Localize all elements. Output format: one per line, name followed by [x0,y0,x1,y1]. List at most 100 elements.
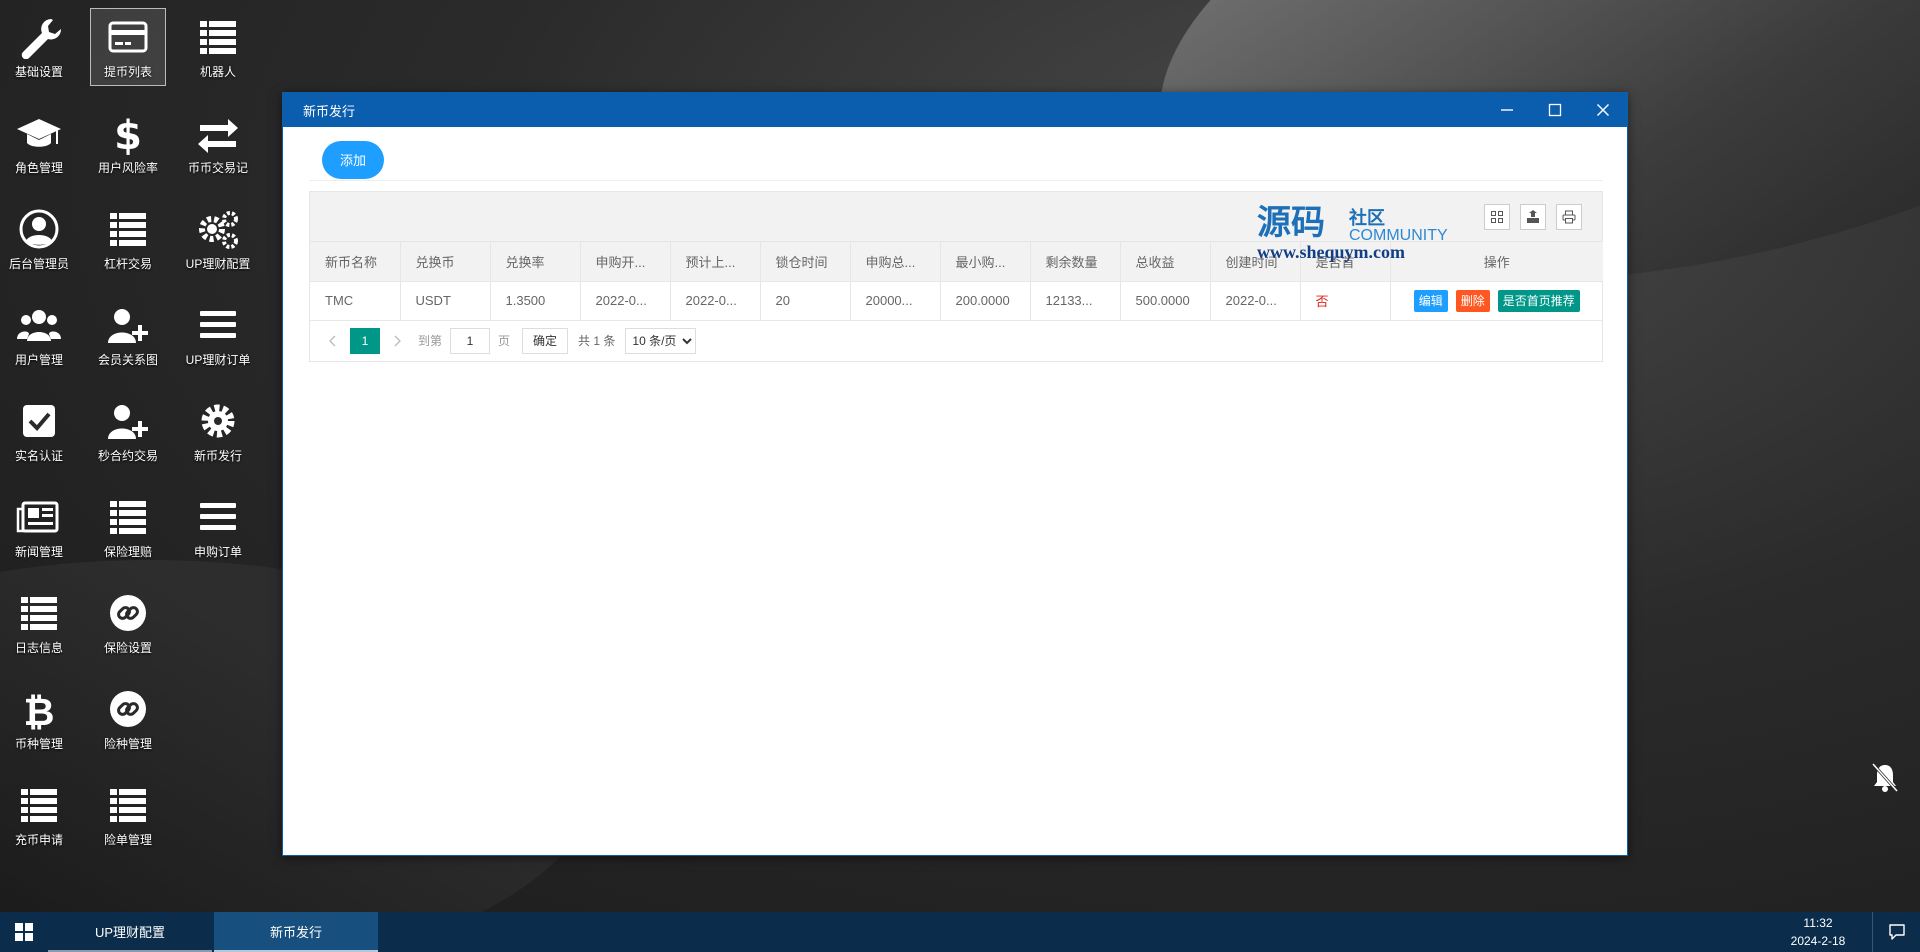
goto-page-input[interactable] [450,327,491,354]
column-header[interactable]: 是否首 [1300,242,1391,282]
clock[interactable]: 11:32 2024-2-18 [1768,912,1868,952]
taskbar-item[interactable]: 新币发行 [214,912,378,952]
bell-off-icon[interactable] [1868,760,1902,794]
column-header[interactable]: 锁仓时间 [760,242,851,282]
desktop-icon[interactable]: 实名认证 [1,392,77,470]
desktop-icon[interactable]: UP理财配置 [180,200,256,278]
svg-text:源码: 源码 [1257,204,1325,243]
desktop-icon[interactable]: $ 用户风险率 [90,104,166,182]
table-cell: 20000... [850,281,941,321]
column-header[interactable]: 预计上... [670,242,761,282]
desktop-icon[interactable]: 机器人 [180,8,256,86]
taskbar-item[interactable]: UP理财配置 [48,912,212,952]
desktop-icon[interactable]: 会员关系图 [90,296,166,374]
desktop-icon[interactable]: 角色管理 [1,104,77,182]
desktop-icon[interactable]: 后台管理员 [1,200,77,278]
clock-date: 2024-2-18 [1790,934,1846,948]
desktop-icon-label: UP理财配置 [185,257,251,271]
table-cell: 20 [760,281,851,321]
window-title: 新币发行 [303,103,356,119]
desktop-icon[interactable]: 秒合约交易 [90,392,166,470]
column-header[interactable]: 兑换币 [400,242,491,282]
desktop-icon-label: 秒合约交易 [97,449,158,463]
column-header[interactable]: 操作 [1390,242,1603,282]
desktop-icon-label: 保险理赔 [103,545,152,559]
desktop-icon-label: 提币列表 [103,65,152,79]
desktop-icon[interactable]: 新闻管理 [1,488,77,566]
goto-suffix: 页 [498,334,511,348]
desktop-icon[interactable]: 币币交易记 [180,104,256,182]
prev-page-button[interactable] [320,328,346,354]
columns-filter-button[interactable] [1484,204,1510,230]
close-button[interactable] [1579,93,1627,127]
desktop-icon-label: 新闻管理 [14,545,63,559]
svg-text:$: $ [114,113,142,155]
desktop-icon[interactable]: 用户管理 [1,296,77,374]
current-page[interactable]: 1 [350,327,380,354]
homepage-flag-cell: 否 [1300,281,1391,321]
gears-icon [199,211,238,249]
close-icon [1597,104,1609,116]
desktop-icon-label: 实名认证 [14,449,63,463]
print-button[interactable] [1556,204,1582,230]
edit-button[interactable]: 编辑 [1413,289,1448,312]
goto-prefix: 到第 [418,334,443,348]
desktop-icon[interactable]: 充币申请 [1,776,77,854]
recommend-button[interactable]: 是否首页推荐 [1497,289,1580,312]
check-square-icon [23,405,55,437]
desktop-icon[interactable]: 险种管理 [90,680,166,758]
desktop-icon-label: 日志信息 [14,641,63,655]
new-coin-window: 新币发行 添加 源码 社区 COMMUNITY www.shequym.com … [282,92,1628,856]
column-header[interactable]: 兑换率 [490,242,581,282]
add-button[interactable]: 添加 [322,140,385,179]
svg-text:社区: 社区 [1349,207,1385,229]
desktop-icon[interactable]: 日志信息 [1,584,77,662]
desktop-icon-label: 用户管理 [14,353,63,367]
action-toolbar: 添加 [309,139,1603,181]
page-size-select[interactable]: 10 条/页 [625,327,697,354]
desktop-icon[interactable]: 保险设置 [90,584,166,662]
goto-confirm-button[interactable]: 确定 [522,327,569,354]
desktop-icon[interactable]: 申购订单 [180,488,256,566]
next-page-button[interactable] [384,328,410,354]
desktop-icon[interactable]: 新币发行 [180,392,256,470]
desktop-icon-label: 险单管理 [103,833,152,847]
delete-button[interactable]: 删除 [1455,289,1490,312]
desktop-icon-label: UP理财订单 [185,353,251,367]
message-center-button[interactable] [1872,912,1920,952]
coin-table: 新币名称 兑换币 兑换率 申购开... 预计上... 锁仓时间 申购总... 最小购... 剩余… [310,242,1603,321]
start-button[interactable] [0,912,48,952]
desktop-icon[interactable]: 险单管理 [90,776,166,854]
table-row[interactable]: TMC USDT 1.3500 2022-0... 2022-0... 20 20000..… [310,281,1603,321]
table-cell: USDT [400,281,491,321]
desktop-icon[interactable]: UP理财订单 [180,296,256,374]
user-plus-icon [108,309,148,343]
desktop-icon-label: 用户风险率 [97,161,158,175]
desktop-icon[interactable]: ₿ 币种管理 [1,680,77,758]
column-header[interactable]: 剩余数量 [1030,242,1121,282]
export-button[interactable] [1520,204,1546,230]
window-titlebar[interactable]: 新币发行 [283,93,1627,127]
newspaper-icon [16,501,59,533]
export-icon [1527,210,1539,223]
maximize-button[interactable] [1531,93,1579,127]
bars-icon [200,503,236,530]
column-header[interactable]: 申购总... [850,242,941,282]
desktop-icon[interactable]: 杠杆交易 [90,200,166,278]
actions-cell: 编辑 删除 是否首页推荐 [1390,281,1603,321]
desktop-icon-label: 会员关系图 [97,353,158,367]
desktop-icon[interactable]: 保险理赔 [90,488,166,566]
column-header[interactable]: 总收益 [1120,242,1211,282]
table-cell: 12133... [1030,281,1121,321]
desktop-icon[interactable]: 基础设置 [1,8,77,86]
card-icon [108,21,148,53]
column-header[interactable]: 新币名称 [310,242,401,282]
column-header[interactable]: 申购开... [580,242,671,282]
column-header[interactable]: 创建时间 [1210,242,1301,282]
minimize-button[interactable] [1483,93,1531,127]
desktop-icon[interactable]: 提币列表 [90,8,166,86]
desktop-icon-label: 充币申请 [14,833,63,847]
chevron-left-icon [329,335,336,346]
desktop-icon-label: 机器人 [199,65,236,79]
column-header[interactable]: 最小购... [940,242,1031,282]
